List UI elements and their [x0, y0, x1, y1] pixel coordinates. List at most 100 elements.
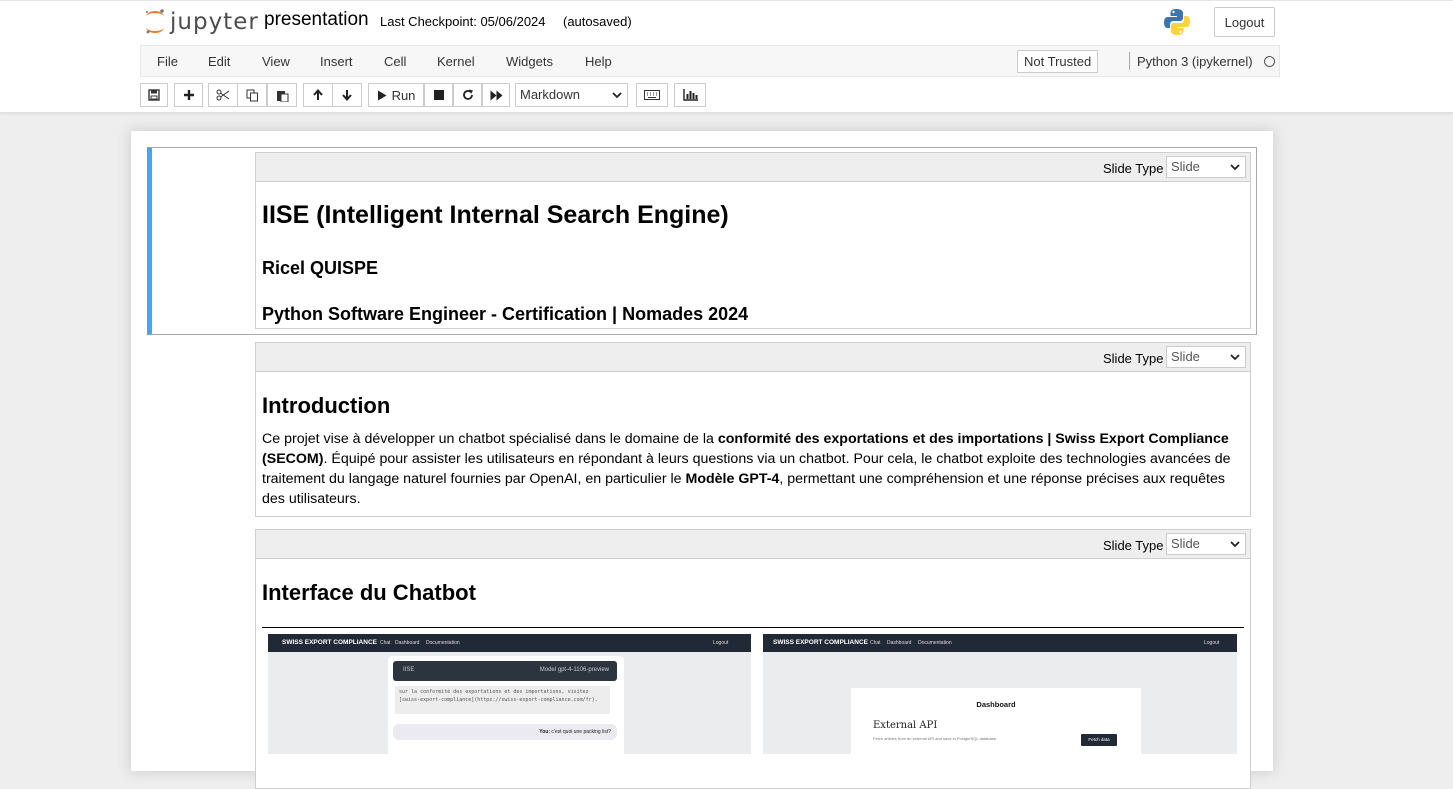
menu-view[interactable]: View — [262, 54, 290, 69]
menu-edit[interactable]: Edit — [208, 54, 230, 69]
markdown-cell[interactable]: Slide Type Slide Introduction Ce projet … — [147, 342, 1257, 517]
screenshot-link: Documentation — [918, 640, 952, 646]
intro-paragraph: Ce projet vise à développer un chatbot s… — [262, 429, 1244, 509]
python-logo-icon — [1164, 9, 1190, 35]
section-heading: Introduction — [262, 393, 391, 418]
cell-toolbar: Slide Type Slide — [256, 343, 1250, 372]
paste-button[interactable] — [267, 83, 297, 107]
slide-type-select[interactable]: Slide — [1166, 533, 1246, 555]
screenshot-link: Dashboard — [887, 640, 912, 646]
chevron-down-icon — [1230, 354, 1240, 361]
notebook-name[interactable]: presentation — [264, 9, 369, 31]
insert-cell-button[interactable] — [174, 83, 203, 107]
run-button[interactable]: Run — [368, 83, 424, 107]
rendered-markdown-author: Ricel QUISPE — [262, 258, 1244, 279]
jupyter-logo-text: jupyter — [170, 9, 259, 35]
slide-type-value: Slide — [1171, 349, 1200, 364]
slide-type-label: Slide Type — [1103, 351, 1164, 366]
screenshot-dashboard-panel: Dashboard External API Fetch articles fr… — [851, 688, 1141, 754]
menu-kernel[interactable]: Kernel — [437, 54, 475, 69]
move-down-button[interactable] — [332, 83, 362, 107]
screenshot-link: Chat — [870, 640, 881, 646]
restart-run-all-button[interactable] — [482, 83, 510, 107]
move-up-button[interactable] — [303, 83, 333, 107]
slide-type-select[interactable]: Slide — [1166, 156, 1246, 178]
screenshot-model-label: Model gpt-4-1106-preview — [539, 667, 609, 673]
cut-button[interactable] — [208, 83, 238, 107]
arrow-up-icon — [313, 89, 323, 100]
trust-indicator-button[interactable]: Not Trusted — [1017, 50, 1099, 73]
chat-interface-screenshot: SWISS EXPORT COMPLIANCE Chat Dashboard D… — [268, 634, 751, 754]
screenshot-you-label: You: — [539, 729, 550, 735]
fast-forward-icon — [490, 90, 502, 100]
menu-file[interactable]: File — [157, 54, 178, 69]
rendered-markdown: Introduction — [262, 393, 1244, 419]
intro-bold-model: Modèle GPT-4 — [685, 471, 780, 487]
main-toolbar: Run Markdown — [140, 83, 1140, 107]
slideshow-button[interactable] — [674, 83, 706, 107]
screenshot-link: Chat — [380, 640, 391, 646]
chevron-down-icon — [1230, 164, 1240, 171]
screenshot-navbar: SWISS EXPORT COMPLIANCE Chat Dashboard D… — [763, 634, 1237, 652]
slide-type-label: Slide Type — [1103, 161, 1164, 176]
keyboard-icon — [644, 90, 660, 100]
interrupt-button[interactable] — [424, 83, 453, 107]
kernel-name[interactable]: Python 3 (ipykernel) — [1137, 54, 1253, 69]
screenshot-fetch-button: Fetch data — [1081, 734, 1117, 746]
cut-icon — [216, 89, 230, 101]
screenshot-brand: SWISS EXPORT COMPLIANCE — [773, 639, 868, 646]
cell-toolbar: Slide Type Slide — [256, 153, 1250, 182]
menu-help[interactable]: Help — [585, 54, 612, 69]
cell-type-select[interactable]: Markdown — [515, 83, 628, 107]
copy-button[interactable] — [237, 83, 267, 107]
section-heading: Interface du Chatbot — [262, 580, 476, 605]
command-palette-button[interactable] — [636, 83, 668, 107]
stop-icon — [433, 90, 444, 100]
intro-text-part: Ce projet vise à développer un chatbot s… — [262, 431, 718, 447]
screenshot-dashboard-title: Dashboard — [976, 700, 1016, 709]
screenshot-user-message: You: c'est quoi une packing list? — [393, 724, 617, 740]
screenshot-chat-panel: IISE Model gpt-4-1106-preview sur la con… — [388, 656, 624, 754]
jupyter-icon — [146, 9, 164, 34]
plus-icon — [183, 90, 194, 100]
cell-content: Slide Type Slide Introduction Ce projet … — [255, 342, 1251, 517]
logout-button[interactable]: Logout — [1214, 7, 1275, 37]
kernel-separator — [1129, 52, 1130, 70]
screenshot-external-api-text: Fetch articles from an external API and … — [873, 736, 998, 741]
screenshot-chat-header: IISE Model gpt-4-1106-preview — [393, 661, 617, 681]
menu-insert[interactable]: Insert — [320, 54, 353, 69]
slide-title: IISE (Intelligent Internal Search Engine… — [262, 201, 729, 229]
slide-type-select[interactable]: Slide — [1166, 346, 1246, 368]
markdown-cell-selected[interactable]: Slide Type Slide IISE (Intelligent Inter… — [147, 147, 1257, 335]
run-label: Run — [391, 87, 416, 103]
autosave-status: (autosaved) — [563, 14, 632, 29]
menu-widgets[interactable]: Widgets — [506, 54, 553, 69]
menu-cell[interactable]: Cell — [384, 54, 406, 69]
slide-type-value: Slide — [1171, 536, 1200, 551]
save-icon — [148, 89, 160, 101]
menubar: File Edit View Insert Cell Kernel Widget… — [140, 45, 1280, 77]
screenshot-brand: SWISS EXPORT COMPLIANCE — [282, 639, 377, 646]
arrow-down-icon — [342, 90, 352, 101]
jupyter-logo[interactable]: jupyter — [144, 7, 259, 37]
screenshot-link: Logout — [1204, 640, 1220, 646]
screenshot-external-api-title: External API — [873, 720, 938, 731]
horizontal-rule — [262, 627, 1244, 628]
copy-icon — [246, 89, 258, 101]
screenshot-link: Documentation — [426, 640, 460, 646]
slide-type-value: Slide — [1171, 159, 1200, 174]
intro-text: Ce projet vise à développer un chatbot s… — [262, 429, 1244, 509]
kernel-idle-indicator-icon — [1264, 56, 1275, 67]
dashboard-screenshot: SWISS EXPORT COMPLIANCE Chat Dashboard D… — [763, 634, 1237, 754]
chart-icon — [682, 89, 698, 101]
header: jupyter presentation Last Checkpoint: 05… — [0, 0, 1453, 113]
chevron-down-icon — [1230, 541, 1240, 548]
cell-toolbar: Slide Type Slide — [256, 530, 1250, 559]
header-top-bar: jupyter presentation Last Checkpoint: 05… — [0, 0, 1453, 45]
save-button[interactable] — [140, 83, 168, 107]
screenshot-link: Logout — [713, 640, 729, 646]
cell-type-value: Markdown — [520, 87, 580, 102]
paste-icon — [276, 90, 288, 102]
run-icon — [377, 90, 387, 100]
restart-button[interactable] — [453, 83, 482, 107]
